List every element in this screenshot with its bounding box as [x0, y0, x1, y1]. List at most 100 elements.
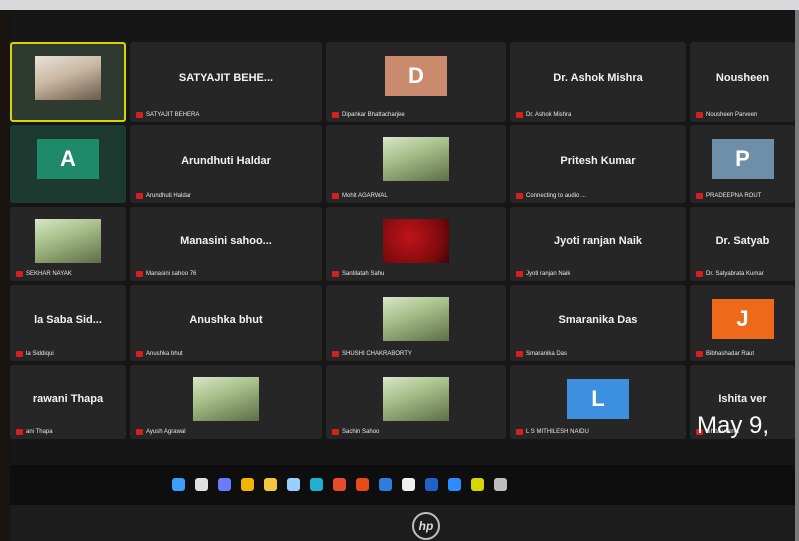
muted-mic-icon — [136, 271, 143, 277]
muted-mic-icon — [16, 429, 23, 435]
muted-mic-icon — [16, 271, 23, 277]
participant-name-tag-text: SEKHAR NAYAK — [26, 271, 72, 277]
participant-tile[interactable] — [10, 42, 126, 122]
participant-avatar: D — [385, 56, 447, 96]
zoom-icon[interactable] — [448, 478, 461, 491]
participant-name-tag: SEKHAR NAYAK — [16, 271, 72, 277]
participant-name-tag-text: Dipankar Bhattacharjee — [342, 112, 405, 118]
participant-tile[interactable]: Manasini sahoo... Manasini sahoo 76 — [130, 207, 322, 281]
participant-display-name: Ishita ver — [718, 393, 767, 406]
participant-name-tag: Ayush Agrawal — [136, 429, 186, 435]
participant-display-name: rawani Thapa — [32, 393, 104, 406]
participant-name-tag: SHUSHI CHAKRABORTY — [332, 351, 412, 357]
participant-tile[interactable]: Mohit AGARWAL — [326, 125, 506, 203]
participant-name-tag: Smaranika Das — [516, 351, 567, 357]
app-icon[interactable] — [333, 478, 346, 491]
participant-display-name: la Saba Sid... — [34, 313, 102, 326]
participant-name-tag-text: SHUSHI CHAKRABORTY — [342, 351, 412, 357]
muted-mic-icon — [696, 351, 703, 357]
participant-name-tag-text: Mohit AGARWAL — [342, 193, 388, 199]
app-icon-3[interactable] — [494, 478, 507, 491]
participant-tile[interactable]: rawani Thapa ani Thapa — [10, 365, 126, 439]
participant-name-tag-text: Nousheen Parveen — [706, 112, 758, 118]
mail-icon[interactable] — [287, 478, 300, 491]
participant-display-name: Manasini sahoo... — [180, 235, 272, 248]
edge-icon[interactable] — [310, 478, 323, 491]
outlook-icon[interactable] — [425, 478, 438, 491]
participant-name-tag: Jyoti ranjan Naik — [516, 271, 570, 277]
participant-tile[interactable]: Dr. Satyab Dr. Satyabrata Kumar — [690, 207, 795, 281]
meeting-gallery-view: SATYAJIT BEHE... SATYAJIT BEHERA D Dipankar… — [10, 10, 795, 465]
participant-tile[interactable]: Pritesh Kumar Connecting to audio ... — [510, 125, 686, 203]
muted-mic-icon — [516, 271, 523, 277]
date-overlay: May 9, — [697, 412, 770, 439]
participant-tile[interactable]: SHUSHI CHAKRABORTY — [326, 285, 506, 361]
participant-name-tag: la Siddiqui — [16, 351, 54, 357]
participant-tile[interactable]: Jyoti ranjan Naik Jyoti ranjan Naik — [510, 207, 686, 281]
participant-tile[interactable]: A — [10, 125, 126, 203]
participant-avatar: L — [567, 379, 629, 419]
participant-name-tag: Anushka bhut — [136, 351, 183, 357]
muted-mic-icon — [16, 351, 23, 357]
participant-video — [383, 377, 449, 421]
participant-name-tag: Dr. Ashok Mishra — [516, 112, 571, 118]
participant-name-tag: Manasini sahoo 76 — [136, 271, 196, 277]
participant-name-tag-text: Dr. Satyabrata Kumar — [706, 271, 764, 277]
participant-tile[interactable]: Anushka bhut Anushka bhut — [130, 285, 322, 361]
participant-name-tag-text: ani Thapa — [26, 429, 53, 435]
windows-taskbar — [10, 465, 795, 505]
muted-mic-icon — [332, 112, 339, 118]
app-icon-2[interactable] — [471, 478, 484, 491]
participant-tile[interactable]: SEKHAR NAYAK — [10, 207, 126, 281]
participant-name-tag: PRADEEPNA ROUT — [696, 193, 761, 199]
chrome-icon[interactable] — [241, 478, 254, 491]
participant-name-tag: Mohit AGARWAL — [332, 193, 388, 199]
participant-tile[interactable]: SATYAJIT BEHE... SATYAJIT BEHERA — [130, 42, 322, 122]
participant-name-tag: Connecting to audio ... — [516, 193, 586, 199]
participant-tile[interactable]: Arundhuti Haldar Arundhuti Haldar — [130, 125, 322, 203]
office-icon[interactable] — [356, 478, 369, 491]
participant-tile[interactable]: P PRADEEPNA ROUT — [690, 125, 795, 203]
muted-mic-icon — [332, 271, 339, 277]
hp-logo: hp — [412, 512, 440, 540]
participant-name-tag-text: la Siddiqui — [26, 351, 54, 357]
participant-tile[interactable]: Nousheen Nousheen Parveen — [690, 42, 795, 122]
participant-display-name: Nousheen — [715, 72, 770, 85]
participant-display-name: Smaranika Das — [558, 313, 638, 326]
muted-mic-icon — [136, 112, 143, 118]
participant-name-tag-text: Arundhuti Haldar — [146, 193, 192, 199]
muted-mic-icon — [332, 429, 339, 435]
participant-tile[interactable]: J Bibhashadar Raut — [690, 285, 795, 361]
participant-name-tag-text: SATYAJIT BEHERA — [146, 112, 200, 118]
participant-tile[interactable]: Santilatah Sahu — [326, 207, 506, 281]
participant-name-tag-text: Sachin Sahoo — [342, 429, 380, 435]
participant-name-tag-text: Manasini sahoo 76 — [146, 271, 197, 277]
participant-tile[interactable]: Smaranika Das Smaranika Das — [510, 285, 686, 361]
participant-avatar: J — [711, 299, 774, 339]
participant-display-name: Anushka bhut — [189, 313, 263, 326]
participant-video — [383, 137, 449, 181]
participant-tile[interactable]: L L S MITHILESH NAIDU — [510, 365, 686, 439]
file-explorer-icon[interactable] — [264, 478, 277, 491]
participant-name-tag: SATYAJIT BEHERA — [136, 112, 199, 118]
participant-tile[interactable]: Ayush Agrawal — [130, 365, 322, 439]
participant-name-tag-text: Jyoti ranjan Naik — [526, 271, 571, 277]
chat-icon[interactable] — [218, 478, 231, 491]
participant-tile[interactable]: la Saba Sid... la Siddiqui — [10, 285, 126, 361]
monitor-bezel-right — [795, 10, 799, 541]
muted-mic-icon — [516, 429, 523, 435]
store-icon[interactable] — [379, 478, 392, 491]
participant-name-tag: Nousheen Parveen — [696, 112, 757, 118]
muted-mic-icon — [516, 351, 523, 357]
participant-tile[interactable]: D Dipankar Bhattacharjee — [326, 42, 506, 122]
participant-tile[interactable]: Sachin Sahoo — [326, 365, 506, 439]
windows-start-icon[interactable] — [172, 478, 185, 491]
participant-name-tag-text: L S MITHILESH NAIDU — [526, 429, 589, 435]
muted-mic-icon — [516, 112, 523, 118]
muted-mic-icon — [516, 193, 523, 199]
search-icon[interactable] — [195, 478, 208, 491]
participant-tile[interactable]: Dr. Ashok Mishra Dr. Ashok Mishra — [510, 42, 686, 122]
participant-name-tag: L S MITHILESH NAIDU — [516, 429, 589, 435]
camera-icon[interactable] — [402, 478, 415, 491]
participant-video — [193, 377, 259, 421]
